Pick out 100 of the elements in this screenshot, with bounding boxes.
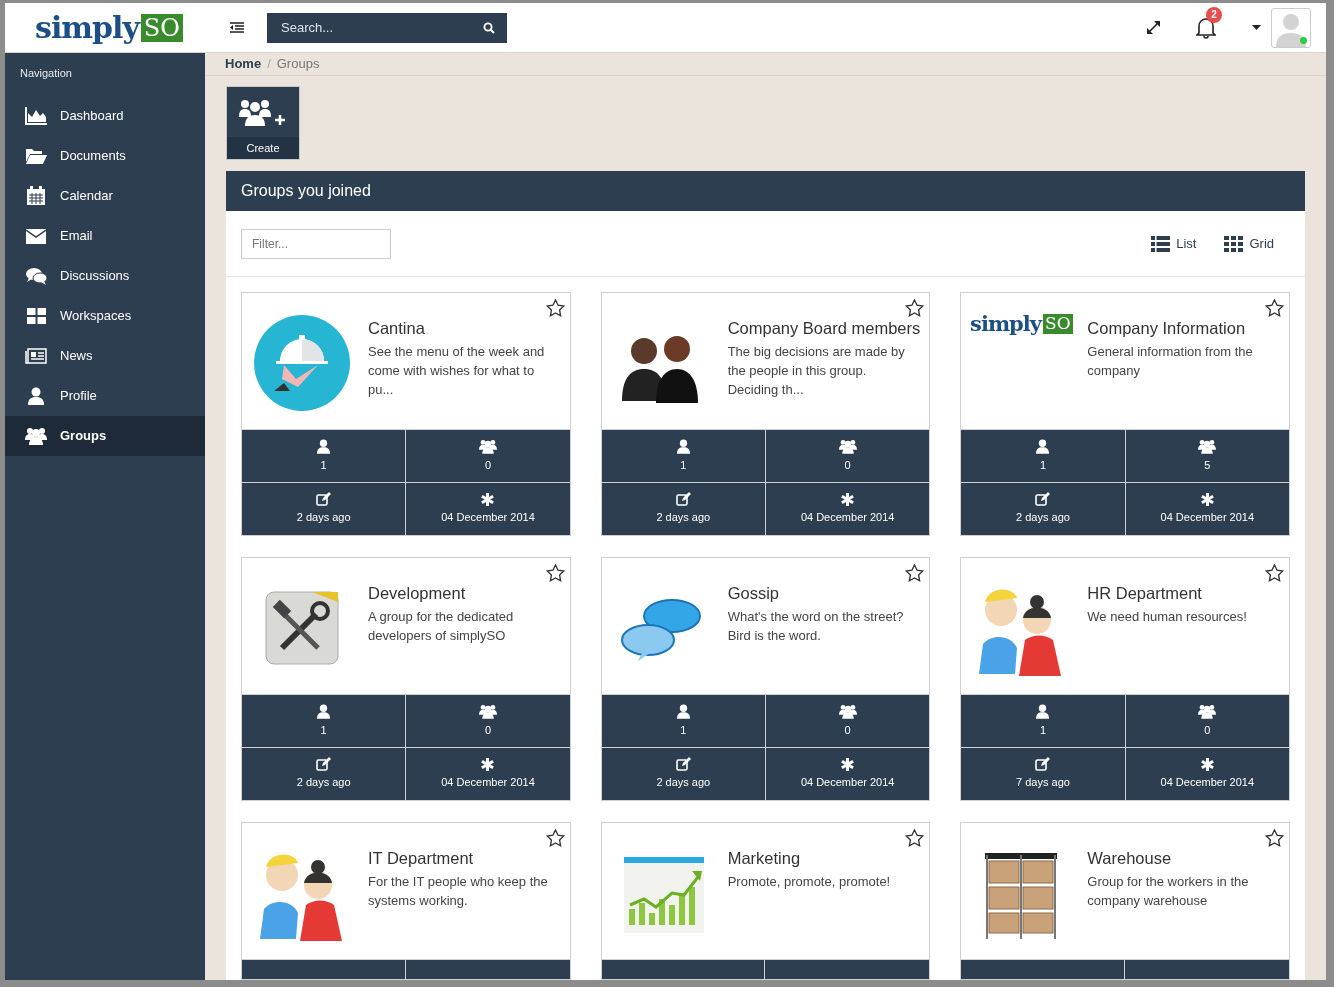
breadcrumb-link[interactable]: Home bbox=[225, 54, 262, 74]
user-icon bbox=[317, 703, 331, 719]
star-icon[interactable] bbox=[1265, 299, 1284, 317]
group-card[interactable]: simply SO Company Information General information from the company 1 5 2 days ago 04 December 2014 bbox=[960, 292, 1290, 536]
group-card[interactable]: Company Board members The big decisions are made by the people in this group. Deciding th... 1 0 2 days ago 04 December 2014 bbox=[600, 292, 931, 536]
star-icon[interactable] bbox=[905, 299, 925, 317]
search-icon[interactable] bbox=[483, 21, 495, 34]
group-name: HR Department bbox=[1087, 583, 1203, 604]
star-icon[interactable] bbox=[905, 829, 925, 847]
user-icon bbox=[1036, 438, 1050, 454]
group-description: We need human resources! bbox=[1087, 608, 1248, 626]
star-icon[interactable] bbox=[545, 829, 565, 847]
star-icon[interactable] bbox=[545, 299, 565, 317]
created-date: 04 December 2014 bbox=[800, 774, 895, 790]
created-date: 04 December 2014 bbox=[441, 774, 535, 790]
edit-icon bbox=[316, 492, 332, 507]
asterisk-icon bbox=[1200, 492, 1214, 506]
created-date: 04 December 2014 bbox=[800, 509, 895, 525]
user-icon bbox=[676, 438, 690, 454]
user-icon bbox=[1036, 703, 1050, 719]
last-updated: 2 days ago bbox=[296, 775, 351, 791]
last-updated: 2 days ago bbox=[1016, 510, 1070, 526]
subgroup-count: 5 bbox=[1204, 457, 1211, 473]
asterisk-icon bbox=[481, 492, 495, 506]
users-icon bbox=[838, 703, 857, 719]
company-logo-picture: simply SO bbox=[971, 313, 1072, 334]
subgroup-count: 0 bbox=[1204, 722, 1211, 738]
star-icon[interactable] bbox=[1265, 564, 1284, 582]
speech-bubbles-icon bbox=[25, 266, 47, 285]
grid-view-button[interactable]: Grid bbox=[1222, 233, 1276, 254]
asterisk-icon bbox=[1200, 757, 1214, 771]
edit-icon bbox=[675, 492, 691, 507]
caret-icon[interactable] bbox=[1252, 25, 1261, 30]
users-icon bbox=[25, 426, 47, 445]
group-card[interactable]: Cantina See the menu of the week and come with wishes for what to pu... 1 0 2 days ago 04 December 2014 bbox=[241, 292, 571, 536]
notification-count: 2 bbox=[1206, 6, 1222, 23]
bell-icon[interactable] bbox=[1196, 16, 1216, 39]
user-icon bbox=[676, 703, 690, 719]
subgroup-count: 0 bbox=[844, 722, 851, 738]
last-updated: 2 days ago bbox=[656, 775, 711, 791]
group-description: Promote, promote, promote! bbox=[727, 873, 892, 891]
fullscreen-icon[interactable] bbox=[1147, 21, 1160, 34]
member-count: 1 bbox=[320, 457, 327, 473]
subgroup-count: 0 bbox=[484, 457, 492, 473]
member-count: 1 bbox=[1039, 457, 1047, 473]
grid-icon bbox=[1224, 235, 1244, 252]
group-name: IT Department bbox=[368, 848, 475, 869]
group-card[interactable]: Development A group for the dedicated developers of simplySO 1 0 2 days ago 04 December 2014 bbox=[241, 557, 571, 801]
asterisk-icon bbox=[841, 492, 855, 506]
group-description: A group for the dedicated developers of simplySO bbox=[368, 608, 515, 645]
envelope-icon bbox=[25, 227, 47, 244]
created-date: 04 December 2014 bbox=[441, 509, 535, 525]
group-name: Development bbox=[368, 583, 467, 604]
users-icon bbox=[838, 438, 857, 454]
user-icon bbox=[25, 386, 47, 405]
group-card[interactable]: Marketing Promote, promote, promote! bbox=[600, 822, 931, 980]
group-card[interactable]: HR Department We need human resources! 1 0 7 days ago 04 December 2014 bbox=[960, 557, 1290, 801]
subgroup-count: 0 bbox=[484, 722, 492, 738]
group-name: Company Board members bbox=[727, 318, 922, 339]
last-updated: 7 days ago bbox=[1016, 775, 1070, 791]
sidebar-item[interactable]: Groups bbox=[5, 415, 205, 456]
group-description: The big decisions are made by the people in this group. Deciding th... bbox=[727, 343, 906, 399]
create-group-button[interactable]: Create bbox=[226, 86, 300, 160]
edit-icon bbox=[675, 757, 691, 772]
created-date: 04 December 2014 bbox=[1160, 774, 1255, 790]
group-card[interactable]: Gossip What's the word on the street? Bird is the word. 1 0 2 days ago 04 December 2014 bbox=[600, 557, 931, 801]
group-description: For the IT people who keep the systems working. bbox=[368, 873, 549, 910]
group-description: General information from the company bbox=[1087, 343, 1254, 380]
group-card[interactable]: Warehouse Group for the workers in the company warehouse bbox=[960, 822, 1290, 980]
filter-field[interactable]: Filter... bbox=[241, 228, 391, 259]
created-date: 04 December 2014 bbox=[1160, 509, 1255, 525]
logo[interactable]: simply SO bbox=[35, 12, 205, 43]
group-description: What's the word on the street? Bird is the word. bbox=[727, 608, 905, 645]
newspaper-icon bbox=[25, 347, 47, 364]
users-icon bbox=[1198, 703, 1217, 719]
star-icon[interactable] bbox=[1265, 829, 1284, 847]
edit-icon bbox=[1035, 757, 1051, 772]
search-field[interactable]: Search... bbox=[267, 12, 507, 43]
user-icon bbox=[317, 438, 331, 454]
group-card[interactable]: IT Department For the IT people who keep the systems working. bbox=[241, 822, 571, 980]
calendar-icon bbox=[25, 185, 47, 206]
asterisk-icon bbox=[481, 757, 495, 771]
star-icon[interactable] bbox=[905, 564, 925, 582]
last-updated: 2 days ago bbox=[296, 510, 351, 526]
grid-icon bbox=[25, 307, 47, 324]
member-count: 1 bbox=[680, 457, 687, 473]
list-view-button[interactable]: List bbox=[1149, 233, 1199, 254]
list-icon bbox=[1151, 235, 1171, 252]
asterisk-icon bbox=[841, 757, 855, 771]
member-count: 1 bbox=[680, 722, 687, 738]
group-name: Warehouse bbox=[1087, 848, 1173, 869]
menu-toggle-icon[interactable] bbox=[230, 22, 244, 33]
folder-icon bbox=[25, 146, 47, 165]
add-users-icon bbox=[239, 99, 287, 127]
star-icon[interactable] bbox=[545, 564, 565, 582]
edit-icon bbox=[316, 757, 332, 772]
subgroup-count: 0 bbox=[844, 457, 851, 473]
users-icon bbox=[479, 703, 497, 719]
group-name: Gossip bbox=[727, 583, 780, 604]
users-icon bbox=[479, 438, 497, 454]
